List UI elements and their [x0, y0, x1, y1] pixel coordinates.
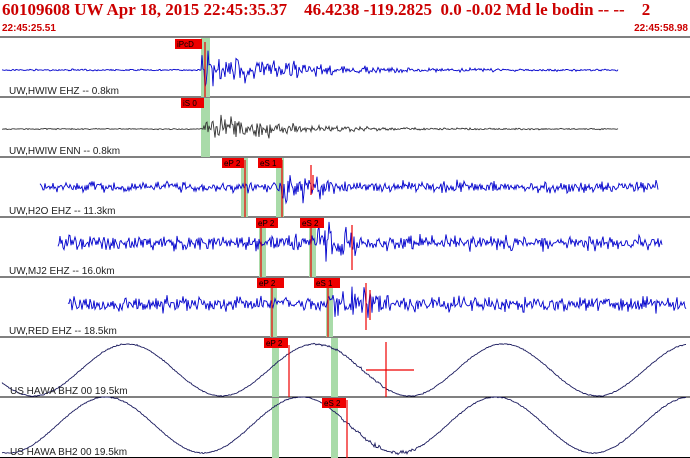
pick-label: iS 0	[183, 99, 197, 108]
waveform-trace[interactable]	[39, 175, 659, 205]
pick-label: eP 2	[266, 339, 283, 348]
channel-label: UW,RED EHZ -- 18.5km	[9, 326, 117, 337]
waveform-trace[interactable]	[2, 114, 619, 139]
channel-label: UW,MJ2 EHZ -- 16.0km	[9, 266, 115, 277]
pick-label: eP 2	[259, 279, 276, 288]
channel-label: US HAWA BH2 00 19.5km	[10, 447, 127, 458]
trace-group: iPcD UW,HWIW EHZ -- 0.8km iS 0 UW,HWIW ENN …	[0, 36, 690, 458]
channel-label: UW,HWIW ENN -- 0.8km	[9, 146, 120, 157]
pick-window-band	[331, 338, 338, 397]
pick-label: eS 1	[260, 159, 277, 168]
pick-label: eP 2	[258, 219, 275, 228]
channel-label: UW,HWIW EHZ -- 0.8km	[9, 86, 119, 97]
pick-label: iPcD	[177, 40, 194, 49]
pick-label: eP 2	[224, 159, 241, 168]
pick-label: eS 2	[302, 219, 319, 228]
pick-label: eS 2	[324, 399, 341, 408]
waveform-trace[interactable]	[1, 50, 619, 88]
seismogram-panel[interactable]: iPcD UW,HWIW EHZ -- 0.8km iS 0 UW,HWIW ENN …	[0, 0, 690, 458]
channel-label: UW,H2O EHZ -- 11.3km	[9, 206, 116, 217]
channel-label: US HAWA BHZ 00 19.5km	[10, 386, 128, 397]
pick-label: eS 1	[316, 279, 333, 288]
waveform-trace[interactable]	[67, 286, 687, 318]
waveform-trace[interactable]	[57, 221, 663, 262]
